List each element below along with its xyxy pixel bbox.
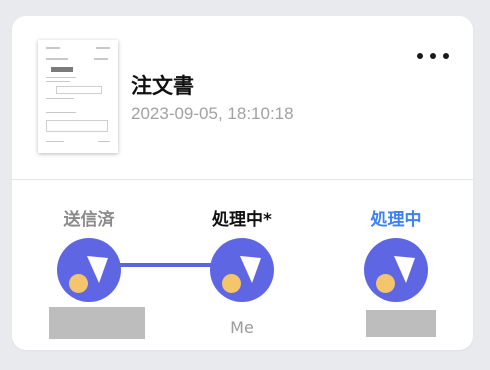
menu-dot — [430, 53, 436, 59]
avatar-dot — [222, 274, 241, 293]
avatar-dot — [69, 274, 88, 293]
step-label-processing-current: 処理中* — [212, 210, 272, 230]
step-assignee-me: Me — [230, 318, 254, 337]
document-card[interactable]: 注文書 2023-09-05, 18:10:18 送信済 処理中* 処理中 Me — [12, 16, 473, 350]
menu-dot — [417, 53, 423, 59]
avatar-dot — [376, 274, 395, 293]
send-arrow-icon — [87, 256, 108, 283]
send-arrow-icon — [240, 256, 261, 283]
redacted-assignee — [366, 310, 436, 337]
send-arrow-icon — [394, 256, 415, 283]
step-label-processing: 処理中 — [370, 210, 422, 230]
more-horizontal-icon[interactable] — [417, 46, 449, 66]
workflow-avatar-icon[interactable] — [210, 238, 274, 302]
menu-dot — [443, 53, 449, 59]
redacted-assignee — [49, 307, 145, 339]
workflow-avatar-icon[interactable] — [57, 238, 121, 302]
document-thumbnail[interactable] — [38, 40, 118, 153]
document-date: 2023-09-05, 18:10:18 — [131, 104, 294, 123]
step-connector — [120, 263, 212, 267]
workflow-avatar-icon[interactable] — [364, 238, 428, 302]
step-label-sent: 送信済 — [63, 210, 115, 230]
divider — [12, 179, 473, 180]
document-title: 注文書 — [131, 74, 194, 98]
